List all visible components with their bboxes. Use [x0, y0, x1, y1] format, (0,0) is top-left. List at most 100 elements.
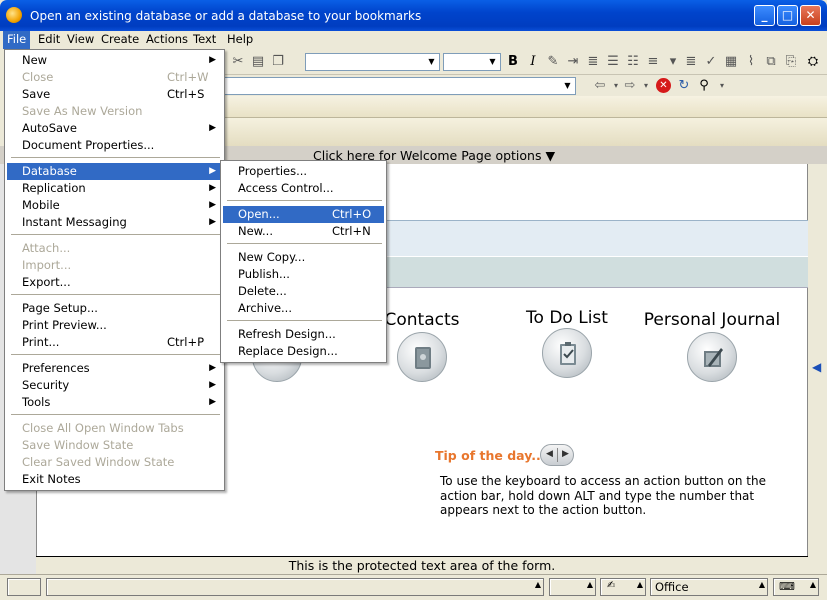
menu-item-clear-window-state[interactable]: Clear Saved Window State: [7, 454, 222, 471]
menu-item-instant-messaging[interactable]: Instant Messaging ▶: [7, 214, 222, 231]
binoculars-icon[interactable]: ⛭: [805, 54, 821, 70]
menu-text[interactable]: Text: [189, 31, 220, 49]
outdent-icon[interactable]: ≣: [585, 54, 601, 70]
submenu-item-publish[interactable]: Publish...: [223, 266, 384, 283]
contacts-title[interactable]: Contacts: [372, 310, 472, 330]
menu-item-save[interactable]: Save Ctrl+S: [7, 86, 222, 103]
tip-next-icon[interactable]: ▶: [562, 449, 569, 459]
expand-panel-icon[interactable]: ◀: [812, 360, 821, 374]
menu-actions[interactable]: Actions: [142, 31, 192, 49]
menu-item-mobile[interactable]: Mobile ▶: [7, 197, 222, 214]
copy-icon[interactable]: ❐: [270, 54, 286, 70]
italic-icon[interactable]: I: [525, 54, 541, 70]
journal-title[interactable]: Personal Journal: [642, 310, 782, 330]
font-size-select[interactable]: ▼: [443, 53, 501, 71]
menu-item-preferences[interactable]: Preferences ▶: [7, 360, 222, 377]
menu-item-database[interactable]: Database ▶: [7, 163, 222, 180]
menu-item-security[interactable]: Security ▶: [7, 377, 222, 394]
menu-item-tools[interactable]: Tools ▶: [7, 394, 222, 411]
forward-dropdown-icon[interactable]: ▾: [638, 78, 654, 94]
bold-icon[interactable]: B: [505, 54, 521, 70]
insert-icon[interactable]: ⎘: [783, 54, 799, 70]
menu-item-shortcut: Ctrl+N: [332, 224, 371, 238]
menu-item-close[interactable]: Close Ctrl+W: [7, 69, 222, 86]
forward-arrow-icon[interactable]: ⇨: [622, 78, 638, 94]
table-icon[interactable]: ▦: [723, 54, 739, 70]
submenu-item-new-copy[interactable]: New Copy...: [223, 249, 384, 266]
keyboard-box[interactable]: ⌨ ▲: [773, 578, 819, 596]
menu-item-label: Clear Saved Window State: [22, 455, 175, 469]
clipboard-icon[interactable]: ▤: [250, 54, 266, 70]
status-message-box[interactable]: ▲: [46, 578, 544, 596]
maximize-button[interactable]: □: [777, 5, 798, 26]
submenu-arrow-icon: ▶: [209, 183, 216, 193]
status-signature-box[interactable]: ✍ ▲: [600, 578, 646, 596]
menu-item-label: Mobile: [22, 198, 60, 212]
font-select[interactable]: ▼: [305, 53, 440, 71]
numbered-list-icon[interactable]: ☷: [625, 54, 641, 70]
menu-item-new[interactable]: New ▶: [7, 52, 222, 69]
submenu-item-archive[interactable]: Archive...: [223, 300, 384, 317]
submenu-item-replace-design[interactable]: Replace Design...: [223, 343, 384, 360]
menu-item-export[interactable]: Export...: [7, 274, 222, 291]
menu-help[interactable]: Help: [223, 31, 257, 49]
menu-item-attach[interactable]: Attach...: [7, 240, 222, 257]
todo-tile[interactable]: [542, 328, 592, 378]
menu-file[interactable]: File: [3, 31, 31, 49]
menu-item-label: New...: [238, 224, 273, 238]
stop-icon[interactable]: ✕: [656, 78, 671, 93]
tip-prev-icon[interactable]: ◀: [546, 449, 553, 459]
align-icon[interactable]: ≡: [645, 54, 661, 70]
menu-item-exit-notes[interactable]: Exit Notes: [7, 471, 222, 488]
menu-create[interactable]: Create: [97, 31, 143, 49]
cut-icon[interactable]: ✂: [230, 54, 246, 70]
menu-separator: [11, 234, 220, 235]
chevron-down-icon: ▼: [428, 57, 435, 66]
attach-icon[interactable]: ⌇: [743, 54, 759, 70]
menu-item-label: Database: [22, 164, 77, 178]
menu-item-close-all-tabs[interactable]: Close All Open Window Tabs: [7, 420, 222, 437]
submenu-item-new[interactable]: New... Ctrl+N: [223, 223, 384, 240]
search-icon[interactable]: ⚲: [696, 78, 712, 94]
search-dropdown-icon[interactable]: ▾: [714, 78, 730, 94]
indent-icon[interactable]: ⇥: [565, 54, 581, 70]
todo-title[interactable]: To Do List: [517, 308, 617, 328]
address-input[interactable]: ▼: [223, 77, 576, 95]
bullet-list-icon[interactable]: ☰: [605, 54, 621, 70]
spellcheck-icon[interactable]: ✓: [703, 54, 719, 70]
menu-item-label: Export...: [22, 275, 71, 289]
align-dropdown-icon[interactable]: ▾: [665, 54, 681, 70]
justify-icon[interactable]: ≣: [683, 54, 699, 70]
menu-item-print[interactable]: Print... Ctrl+P: [7, 334, 222, 351]
menu-item-save-as-new-version[interactable]: Save As New Version: [7, 103, 222, 120]
close-button[interactable]: ✕: [800, 5, 821, 26]
menu-view[interactable]: View: [63, 31, 98, 49]
menu-item-print-preview[interactable]: Print Preview...: [7, 317, 222, 334]
menu-item-label: Attach...: [22, 241, 71, 255]
menu-item-autosave[interactable]: AutoSave ▶: [7, 120, 222, 137]
refresh-icon[interactable]: ↻: [676, 78, 692, 94]
location-box[interactable]: Office ▲: [650, 578, 768, 596]
back-arrow-icon[interactable]: ⇦: [592, 78, 608, 94]
link-icon[interactable]: ⧉: [763, 54, 779, 70]
contacts-tile[interactable]: [397, 332, 447, 382]
highlighter-icon[interactable]: ✎: [545, 54, 561, 70]
status-box-1[interactable]: [7, 578, 41, 596]
menu-item-document-properties[interactable]: Document Properties...: [7, 137, 222, 154]
submenu-item-access-control[interactable]: Access Control...: [223, 180, 384, 197]
journal-tile[interactable]: [687, 332, 737, 382]
menu-item-import[interactable]: Import...: [7, 257, 222, 274]
submenu-item-open[interactable]: Open... Ctrl+O: [223, 206, 384, 223]
menu-item-replication[interactable]: Replication ▶: [7, 180, 222, 197]
status-box-3[interactable]: ▲: [549, 578, 596, 596]
submenu-item-delete[interactable]: Delete...: [223, 283, 384, 300]
chevron-up-icon: ▲: [636, 580, 643, 589]
submenu-item-refresh-design[interactable]: Refresh Design...: [223, 326, 384, 343]
menu-item-save-window-state[interactable]: Save Window State: [7, 437, 222, 454]
formatting-toolbar: ✂ ▤ ❐ ▼ ▼ B I ✎ ⇥ ≣ ☰ ☷ ≡ ▾ ≣ ✓ ▦ ⌇ ⧉ ⎘ …: [225, 50, 827, 75]
menu-edit[interactable]: Edit: [34, 31, 64, 49]
minimize-button[interactable]: _: [754, 5, 775, 26]
submenu-item-properties[interactable]: Properties...: [223, 163, 384, 180]
menu-item-page-setup[interactable]: Page Setup...: [7, 300, 222, 317]
submenu-arrow-icon: ▶: [209, 217, 216, 227]
